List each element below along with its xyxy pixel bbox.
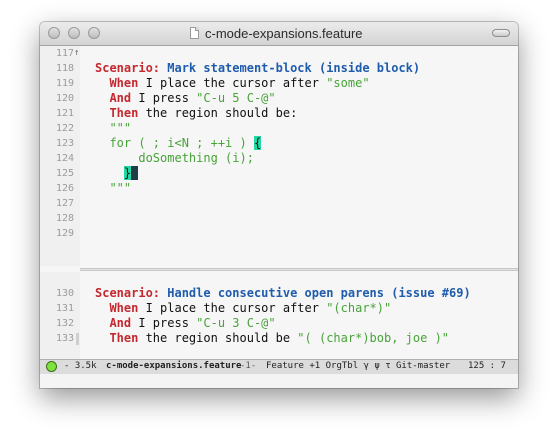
code-token: "C-u 5 C-@" <box>196 91 276 105</box>
code-token: "C-u 3 C-@" <box>196 316 276 330</box>
line-number: 128 <box>55 213 74 224</box>
code-text[interactable]: """ <box>95 121 131 136</box>
window-title: c-mode-expansions.feature <box>205 26 363 41</box>
code-token: doSomething (i); <box>95 151 254 165</box>
code-token: I press <box>138 316 197 330</box>
code-line[interactable]: 126 """ <box>40 181 518 196</box>
code-token: I place the cursor after <box>145 76 327 90</box>
title-bar: c-mode-expansions.feature <box>40 22 518 46</box>
code-token: When <box>95 76 146 90</box>
code-text[interactable]: Then the region should be "( (char*)bob,… <box>95 331 449 346</box>
line-number: 124 <box>55 153 74 164</box>
line-number: 133 <box>55 333 74 344</box>
line-number: 121 <box>55 108 74 119</box>
code-token: "some" <box>326 76 370 90</box>
code-line[interactable]: 118 Scenario: Mark statement-block (insid… <box>40 61 518 76</box>
code-token: Mark statement-block (inside block) <box>167 61 421 75</box>
minimize-window-button[interactable] <box>68 27 80 39</box>
code-line[interactable]: 121 Then the region should be: <box>40 106 518 121</box>
buffer-status-icon <box>46 361 57 372</box>
code-text[interactable]: Then the region should be: <box>95 106 297 121</box>
document-icon <box>190 27 199 39</box>
code-token: the region should be <box>145 331 298 345</box>
code-token: Scenario: <box>95 286 168 300</box>
code-token: And <box>95 91 139 105</box>
window-split-divider[interactable] <box>80 268 518 271</box>
zoom-window-button[interactable] <box>88 27 100 39</box>
code-token: I place the cursor after <box>145 301 327 315</box>
code-text[interactable]: And I press "C-u 5 C-@" <box>95 91 276 106</box>
matching-paren: { <box>253 136 262 150</box>
line-number: 119 <box>55 78 74 89</box>
toolbar-toggle-button[interactable] <box>492 29 510 37</box>
code-token: Then <box>95 331 146 345</box>
line-number: 132 <box>55 318 74 329</box>
code-text[interactable]: And I press "C-u 3 C-@" <box>95 316 276 331</box>
line-number: 127 <box>55 198 74 209</box>
code-line[interactable]: 127 <box>40 196 518 211</box>
code-token: """ <box>95 121 132 135</box>
line-number: 130 <box>55 288 74 299</box>
code-line[interactable]: 131 When I place the cursor after "(char… <box>40 301 518 316</box>
code-token: Then <box>95 106 146 120</box>
code-line[interactable]: 119 When I place the cursor after "some" <box>40 76 518 91</box>
code-line[interactable]: 132 And I press "C-u 3 C-@" <box>40 316 518 331</box>
line-number: 117 <box>55 48 74 59</box>
code-text[interactable]: When I place the cursor after "some" <box>95 76 370 91</box>
code-text[interactable]: doSomething (i); <box>95 151 254 166</box>
line-number: 122 <box>55 123 74 134</box>
code-line[interactable]: 117 <box>40 46 518 61</box>
line-number: 131 <box>55 303 74 314</box>
mode-line: - 3.5k c-mode-expansions.feature -1- Fea… <box>40 359 518 374</box>
code-token: And <box>95 316 139 330</box>
fringe-marker <box>76 333 79 345</box>
code-text[interactable]: """ <box>95 181 131 196</box>
line-number: 120 <box>55 93 74 104</box>
buffer-name[interactable]: c-mode-expansions.feature <box>106 360 241 373</box>
vcs-branch[interactable]: Git-master <box>396 360 450 373</box>
buffer-size: - 3.5k <box>64 361 97 371</box>
code-line[interactable]: 125 } <box>40 166 518 181</box>
code-text[interactable]: for ( ; i<N ; ++i ) { <box>95 136 262 151</box>
text-cursor <box>131 166 139 180</box>
line-number: 129 <box>55 228 74 239</box>
code-line[interactable]: 133 Then the region should be "( (char*)… <box>40 331 518 346</box>
code-token: I press <box>138 91 197 105</box>
code-line[interactable]: 128 <box>40 211 518 226</box>
code-text[interactable]: Scenario: Mark statement-block (inside b… <box>95 61 420 76</box>
code-token: "(char*)" <box>326 301 392 315</box>
code-line[interactable]: 130 Scenario: Handle consecutive open par… <box>40 286 518 301</box>
window-number: -1- <box>240 361 257 371</box>
cursor-position: 125 : 7 <box>468 361 506 371</box>
code-token: "( (char*)bob, joe )" <box>297 331 450 345</box>
line-number: 118 <box>55 63 74 74</box>
line-number: 126 <box>55 183 74 194</box>
app-window: c-mode-expansions.feature ↑ 117 118 Scenar… <box>40 22 518 388</box>
minibuffer[interactable] <box>40 374 518 388</box>
code-token: the region should be: <box>145 106 298 120</box>
code-line[interactable]: 129 <box>40 226 518 241</box>
code-token: """ <box>95 181 132 195</box>
code-line[interactable]: 123 for ( ; i<N ; ++i ) { <box>40 136 518 151</box>
code-text[interactable]: Scenario: Handle consecutive open parens… <box>95 286 471 301</box>
code-text[interactable]: When I place the cursor after "(char*)" <box>95 301 391 316</box>
code-token: Scenario: <box>95 61 168 75</box>
line-number: 123 <box>55 138 74 149</box>
close-window-button[interactable] <box>48 27 60 39</box>
top-editor-pane[interactable]: ↑ 117 118 Scenario: Mark statement-block (… <box>40 46 518 266</box>
line-number: 125 <box>55 168 74 179</box>
code-token: Handle consecutive open parens (issue #6… <box>167 286 471 300</box>
code-token: for ( ; i<N ; ++i ) <box>95 136 254 150</box>
major-mode-list[interactable]: Feature +1 OrgTbl γ ψ τ <box>266 360 391 373</box>
code-text[interactable]: } <box>95 166 139 181</box>
code-line[interactable]: 120 And I press "C-u 5 C-@" <box>40 91 518 106</box>
code-line[interactable]: 122 """ <box>40 121 518 136</box>
code-line[interactable]: 124 doSomething (i); <box>40 151 518 166</box>
code-token: When <box>95 301 146 315</box>
